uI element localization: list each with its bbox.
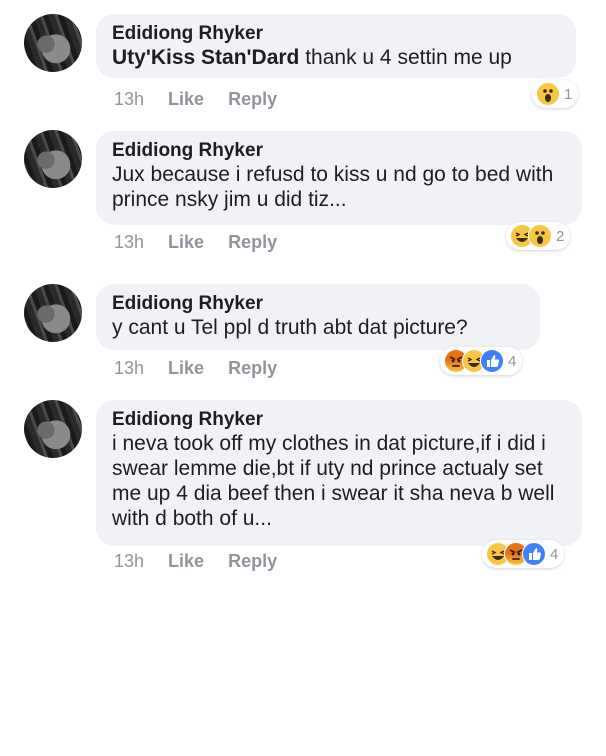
comment-author[interactable]: Edidiong Rhyker	[112, 409, 566, 431]
comment-meta: 13h Like Reply	[114, 551, 277, 572]
reaction-count: 4	[550, 545, 559, 563]
comment-body: thank u 4 settin me up	[299, 46, 512, 69]
reaction-count: 4	[508, 352, 517, 370]
comment-author[interactable]: Edidiong Rhyker	[112, 23, 560, 45]
like-button[interactable]: Like	[168, 232, 204, 253]
like-button[interactable]: Like	[168, 89, 204, 110]
comment-body: Jux because i refusd to kiss u nd go to …	[112, 163, 554, 211]
avatar[interactable]	[24, 14, 82, 72]
like-reaction-icon	[522, 542, 546, 566]
wow-reaction-icon	[536, 82, 560, 106]
comment-time[interactable]: 13h	[114, 232, 144, 253]
comment-text: Uty'Kiss Stan'Dard thank u 4 settin me u…	[112, 45, 560, 70]
reaction-summary[interactable]: 1	[532, 80, 579, 108]
comment-author[interactable]: Edidiong Rhyker	[112, 140, 566, 162]
comment-bubble: Edidiong Rhyker i neva took off my cloth…	[96, 400, 582, 546]
like-reaction-icon	[480, 349, 504, 373]
reaction-summary[interactable]: 4	[440, 347, 523, 375]
like-button[interactable]: Like	[168, 551, 204, 572]
comment-time[interactable]: 13h	[114, 551, 144, 572]
reaction-summary[interactable]: 4	[482, 540, 565, 568]
like-button[interactable]: Like	[168, 358, 204, 379]
wow-reaction-icon	[528, 224, 552, 248]
avatar[interactable]	[24, 284, 82, 342]
mention-link[interactable]: Uty'Kiss Stan'Dard	[112, 46, 299, 69]
comment-time[interactable]: 13h	[114, 358, 144, 379]
comment-body: i neva took off my clothes in dat pictur…	[112, 432, 555, 530]
avatar[interactable]	[24, 130, 82, 188]
comment-meta: 13h Like Reply	[114, 358, 277, 379]
reply-button[interactable]: Reply	[228, 232, 277, 253]
comment-author[interactable]: Edidiong Rhyker	[112, 293, 524, 315]
comment-bubble: Edidiong Rhyker Jux because i refusd to …	[96, 131, 582, 225]
avatar[interactable]	[24, 400, 82, 458]
reaction-count: 2	[556, 227, 565, 245]
reaction-count: 1	[564, 85, 573, 103]
reaction-summary[interactable]: 2	[506, 222, 571, 250]
comment-meta: 13h Like Reply	[114, 89, 277, 110]
reply-button[interactable]: Reply	[228, 89, 277, 110]
comment-body: y cant u Tel ppl d truth abt dat picture…	[112, 316, 468, 339]
reply-button[interactable]: Reply	[228, 358, 277, 379]
comment-bubble: Edidiong Rhyker Uty'Kiss Stan'Dard thank…	[96, 14, 576, 78]
comment-bubble: Edidiong Rhyker y cant u Tel ppl d truth…	[96, 284, 540, 350]
reply-button[interactable]: Reply	[228, 551, 277, 572]
comment-meta: 13h Like Reply	[114, 232, 277, 253]
comment-time[interactable]: 13h	[114, 89, 144, 110]
